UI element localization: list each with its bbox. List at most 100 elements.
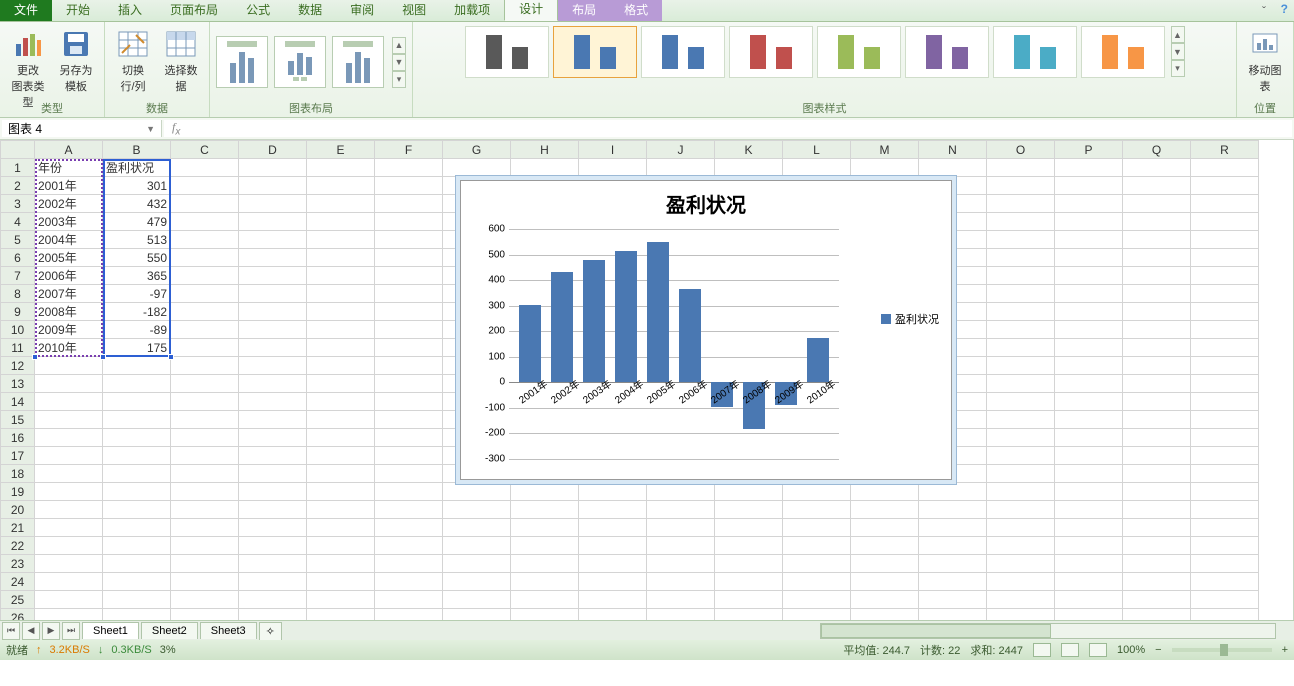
cell-M26[interactable] (851, 609, 919, 621)
cell-Q20[interactable] (1123, 501, 1191, 519)
zoom-slider[interactable] (1172, 648, 1272, 652)
cell-O24[interactable] (987, 573, 1055, 591)
tab-设计[interactable]: 设计 (504, 0, 558, 21)
cell-M23[interactable] (851, 555, 919, 573)
cell-B5[interactable]: 513 (103, 231, 171, 249)
cell-E19[interactable] (307, 483, 375, 501)
row-header-17[interactable]: 17 (1, 447, 35, 465)
cell-L25[interactable] (783, 591, 851, 609)
cell-P23[interactable] (1055, 555, 1123, 573)
cell-A20[interactable] (35, 501, 103, 519)
cell-B3[interactable]: 432 (103, 195, 171, 213)
sheet-nav-next[interactable]: ▶ (42, 622, 60, 640)
cell-E9[interactable] (307, 303, 375, 321)
cell-E10[interactable] (307, 321, 375, 339)
cell-G26[interactable] (443, 609, 511, 621)
cell-O25[interactable] (987, 591, 1055, 609)
cell-G24[interactable] (443, 573, 511, 591)
cell-E12[interactable] (307, 357, 375, 375)
cell-J23[interactable] (647, 555, 715, 573)
cell-G22[interactable] (443, 537, 511, 555)
cell-R21[interactable] (1191, 519, 1259, 537)
cell-D12[interactable] (239, 357, 307, 375)
cell-G20[interactable] (443, 501, 511, 519)
cell-G25[interactable] (443, 591, 511, 609)
tab-页面布局[interactable]: 页面布局 (156, 0, 232, 21)
cell-F23[interactable] (375, 555, 443, 573)
cell-F24[interactable] (375, 573, 443, 591)
cell-B7[interactable]: 365 (103, 267, 171, 285)
cell-A17[interactable] (35, 447, 103, 465)
cell-D25[interactable] (239, 591, 307, 609)
cell-I1[interactable] (579, 159, 647, 177)
cell-J19[interactable] (647, 483, 715, 501)
cell-F14[interactable] (375, 393, 443, 411)
cell-H25[interactable] (511, 591, 579, 609)
cell-O13[interactable] (987, 375, 1055, 393)
cell-D7[interactable] (239, 267, 307, 285)
row-header-12[interactable]: 12 (1, 357, 35, 375)
cell-B25[interactable] (103, 591, 171, 609)
sheet-tab-Sheet1[interactable]: Sheet1 (82, 622, 139, 639)
cell-F8[interactable] (375, 285, 443, 303)
cell-F9[interactable] (375, 303, 443, 321)
cell-E3[interactable] (307, 195, 375, 213)
cell-A15[interactable] (35, 411, 103, 429)
cell-Q15[interactable] (1123, 411, 1191, 429)
cell-F26[interactable] (375, 609, 443, 621)
cell-P14[interactable] (1055, 393, 1123, 411)
cell-D19[interactable] (239, 483, 307, 501)
cell-O8[interactable] (987, 285, 1055, 303)
cell-E26[interactable] (307, 609, 375, 621)
cell-P8[interactable] (1055, 285, 1123, 303)
cell-C5[interactable] (171, 231, 239, 249)
cell-A9[interactable]: 2008年 (35, 303, 103, 321)
range-handle-3[interactable] (32, 354, 38, 360)
bar-2005年[interactable] (647, 242, 669, 383)
cell-B10[interactable]: -89 (103, 321, 171, 339)
col-header-K[interactable]: K (715, 141, 783, 159)
cell-E18[interactable] (307, 465, 375, 483)
bar-2003年[interactable] (583, 260, 605, 382)
cell-G1[interactable] (443, 159, 511, 177)
bar-2002年[interactable] (551, 272, 573, 382)
cell-O6[interactable] (987, 249, 1055, 267)
cell-J21[interactable] (647, 519, 715, 537)
cell-D18[interactable] (239, 465, 307, 483)
col-header-B[interactable]: B (103, 141, 171, 159)
cell-A8[interactable]: 2007年 (35, 285, 103, 303)
cell-R1[interactable] (1191, 159, 1259, 177)
cell-R25[interactable] (1191, 591, 1259, 609)
cell-J24[interactable] (647, 573, 715, 591)
tab-开始[interactable]: 开始 (52, 0, 104, 21)
cell-C18[interactable] (171, 465, 239, 483)
cell-K24[interactable] (715, 573, 783, 591)
cell-I23[interactable] (579, 555, 647, 573)
cell-P2[interactable] (1055, 177, 1123, 195)
cell-P1[interactable] (1055, 159, 1123, 177)
row-header-10[interactable]: 10 (1, 321, 35, 339)
cell-B9[interactable]: -182 (103, 303, 171, 321)
cell-E22[interactable] (307, 537, 375, 555)
minimize-ribbon-icon[interactable]: ˇ (1262, 4, 1266, 18)
cell-B21[interactable] (103, 519, 171, 537)
cell-O18[interactable] (987, 465, 1055, 483)
cell-D2[interactable] (239, 177, 307, 195)
cell-I20[interactable] (579, 501, 647, 519)
bar-2010年[interactable] (807, 338, 829, 383)
cell-Q5[interactable] (1123, 231, 1191, 249)
cell-B16[interactable] (103, 429, 171, 447)
sheet-nav-last[interactable]: ⏭ (62, 622, 80, 640)
cell-A5[interactable]: 2004年 (35, 231, 103, 249)
row-header-11[interactable]: 11 (1, 339, 35, 357)
cell-G23[interactable] (443, 555, 511, 573)
col-header-R[interactable]: R (1191, 141, 1259, 159)
cell-F12[interactable] (375, 357, 443, 375)
cell-A16[interactable] (35, 429, 103, 447)
cell-B2[interactable]: 301 (103, 177, 171, 195)
cell-O1[interactable] (987, 159, 1055, 177)
cell-A12[interactable] (35, 357, 103, 375)
cell-I24[interactable] (579, 573, 647, 591)
cell-I22[interactable] (579, 537, 647, 555)
cell-A1[interactable]: 年份 (35, 159, 103, 177)
